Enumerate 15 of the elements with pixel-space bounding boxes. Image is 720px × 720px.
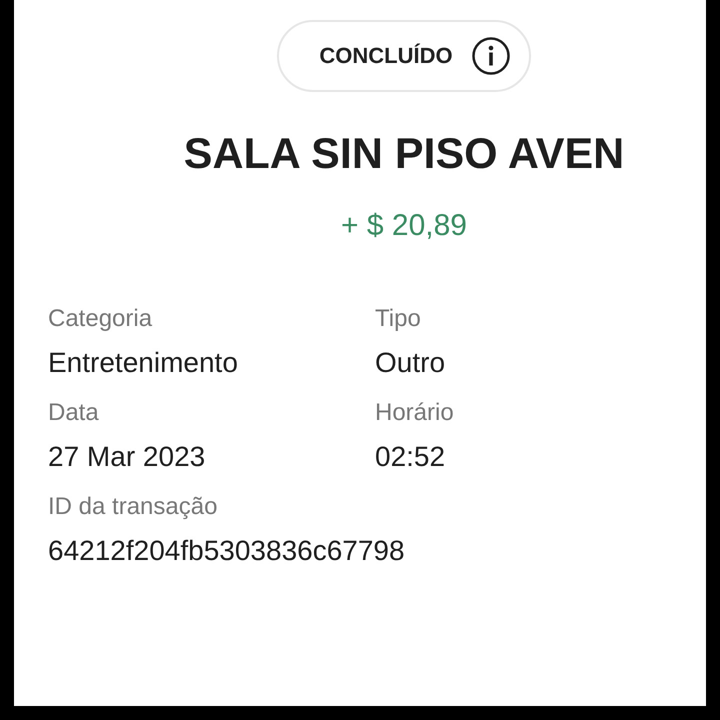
detail-label: Tipo	[375, 305, 422, 333]
status-badge[interactable]: CONCLUÍDO	[277, 20, 531, 92]
detail-label: Categoria	[48, 305, 154, 333]
detail-value: Entretenimento	[48, 347, 239, 379]
detail-value: 27 Mar 2023	[48, 441, 206, 473]
detail-value: 64212f204fb5303836c67798	[48, 535, 406, 567]
detail-label: ID da transação	[48, 493, 218, 521]
detail-label: Data	[48, 399, 100, 427]
amount-text: + $ 20,89	[341, 209, 467, 243]
detail-label: Horário	[375, 399, 455, 427]
detail-value: Outro	[375, 347, 446, 379]
status-label: CONCLUÍDO	[319, 43, 453, 69]
info-icon[interactable]	[470, 36, 511, 76]
merchant-title: SALA SIN PISO AVEN	[184, 130, 624, 179]
detail-value: 02:52	[375, 441, 446, 473]
